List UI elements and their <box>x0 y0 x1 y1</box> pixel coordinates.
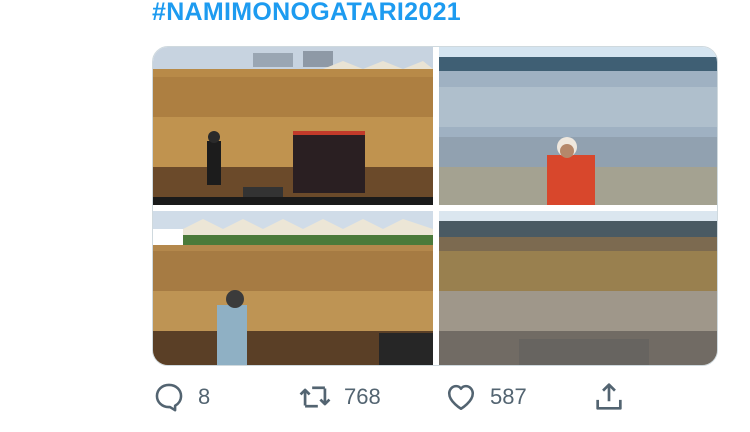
photo-3[interactable] <box>153 211 433 365</box>
reply-count: 8 <box>198 384 211 409</box>
like-count: 587 <box>490 384 527 409</box>
photo-4[interactable] <box>439 211 717 365</box>
share-icon <box>596 383 622 410</box>
media-grid <box>152 46 718 366</box>
tweet-actions: 8 768 587 <box>152 380 632 420</box>
retweet-button[interactable]: 768 <box>298 380 381 414</box>
photo-1[interactable] <box>153 47 433 205</box>
reply-button[interactable]: 8 <box>152 380 210 414</box>
crowd-photo-image <box>439 47 717 205</box>
crowd-photo-image <box>439 211 717 365</box>
crowd-photo-image <box>153 211 433 365</box>
reply-icon <box>155 383 183 412</box>
retweet-count: 768 <box>344 384 381 409</box>
share-button[interactable] <box>592 380 626 414</box>
like-button[interactable]: 587 <box>444 380 527 414</box>
crowd-photo-image <box>153 47 433 205</box>
hashtag-link[interactable]: #NAMIMONOGATARI2021 <box>152 0 461 27</box>
retweet-icon <box>299 386 331 408</box>
photo-2[interactable] <box>439 47 717 205</box>
heart-icon <box>447 384 475 411</box>
